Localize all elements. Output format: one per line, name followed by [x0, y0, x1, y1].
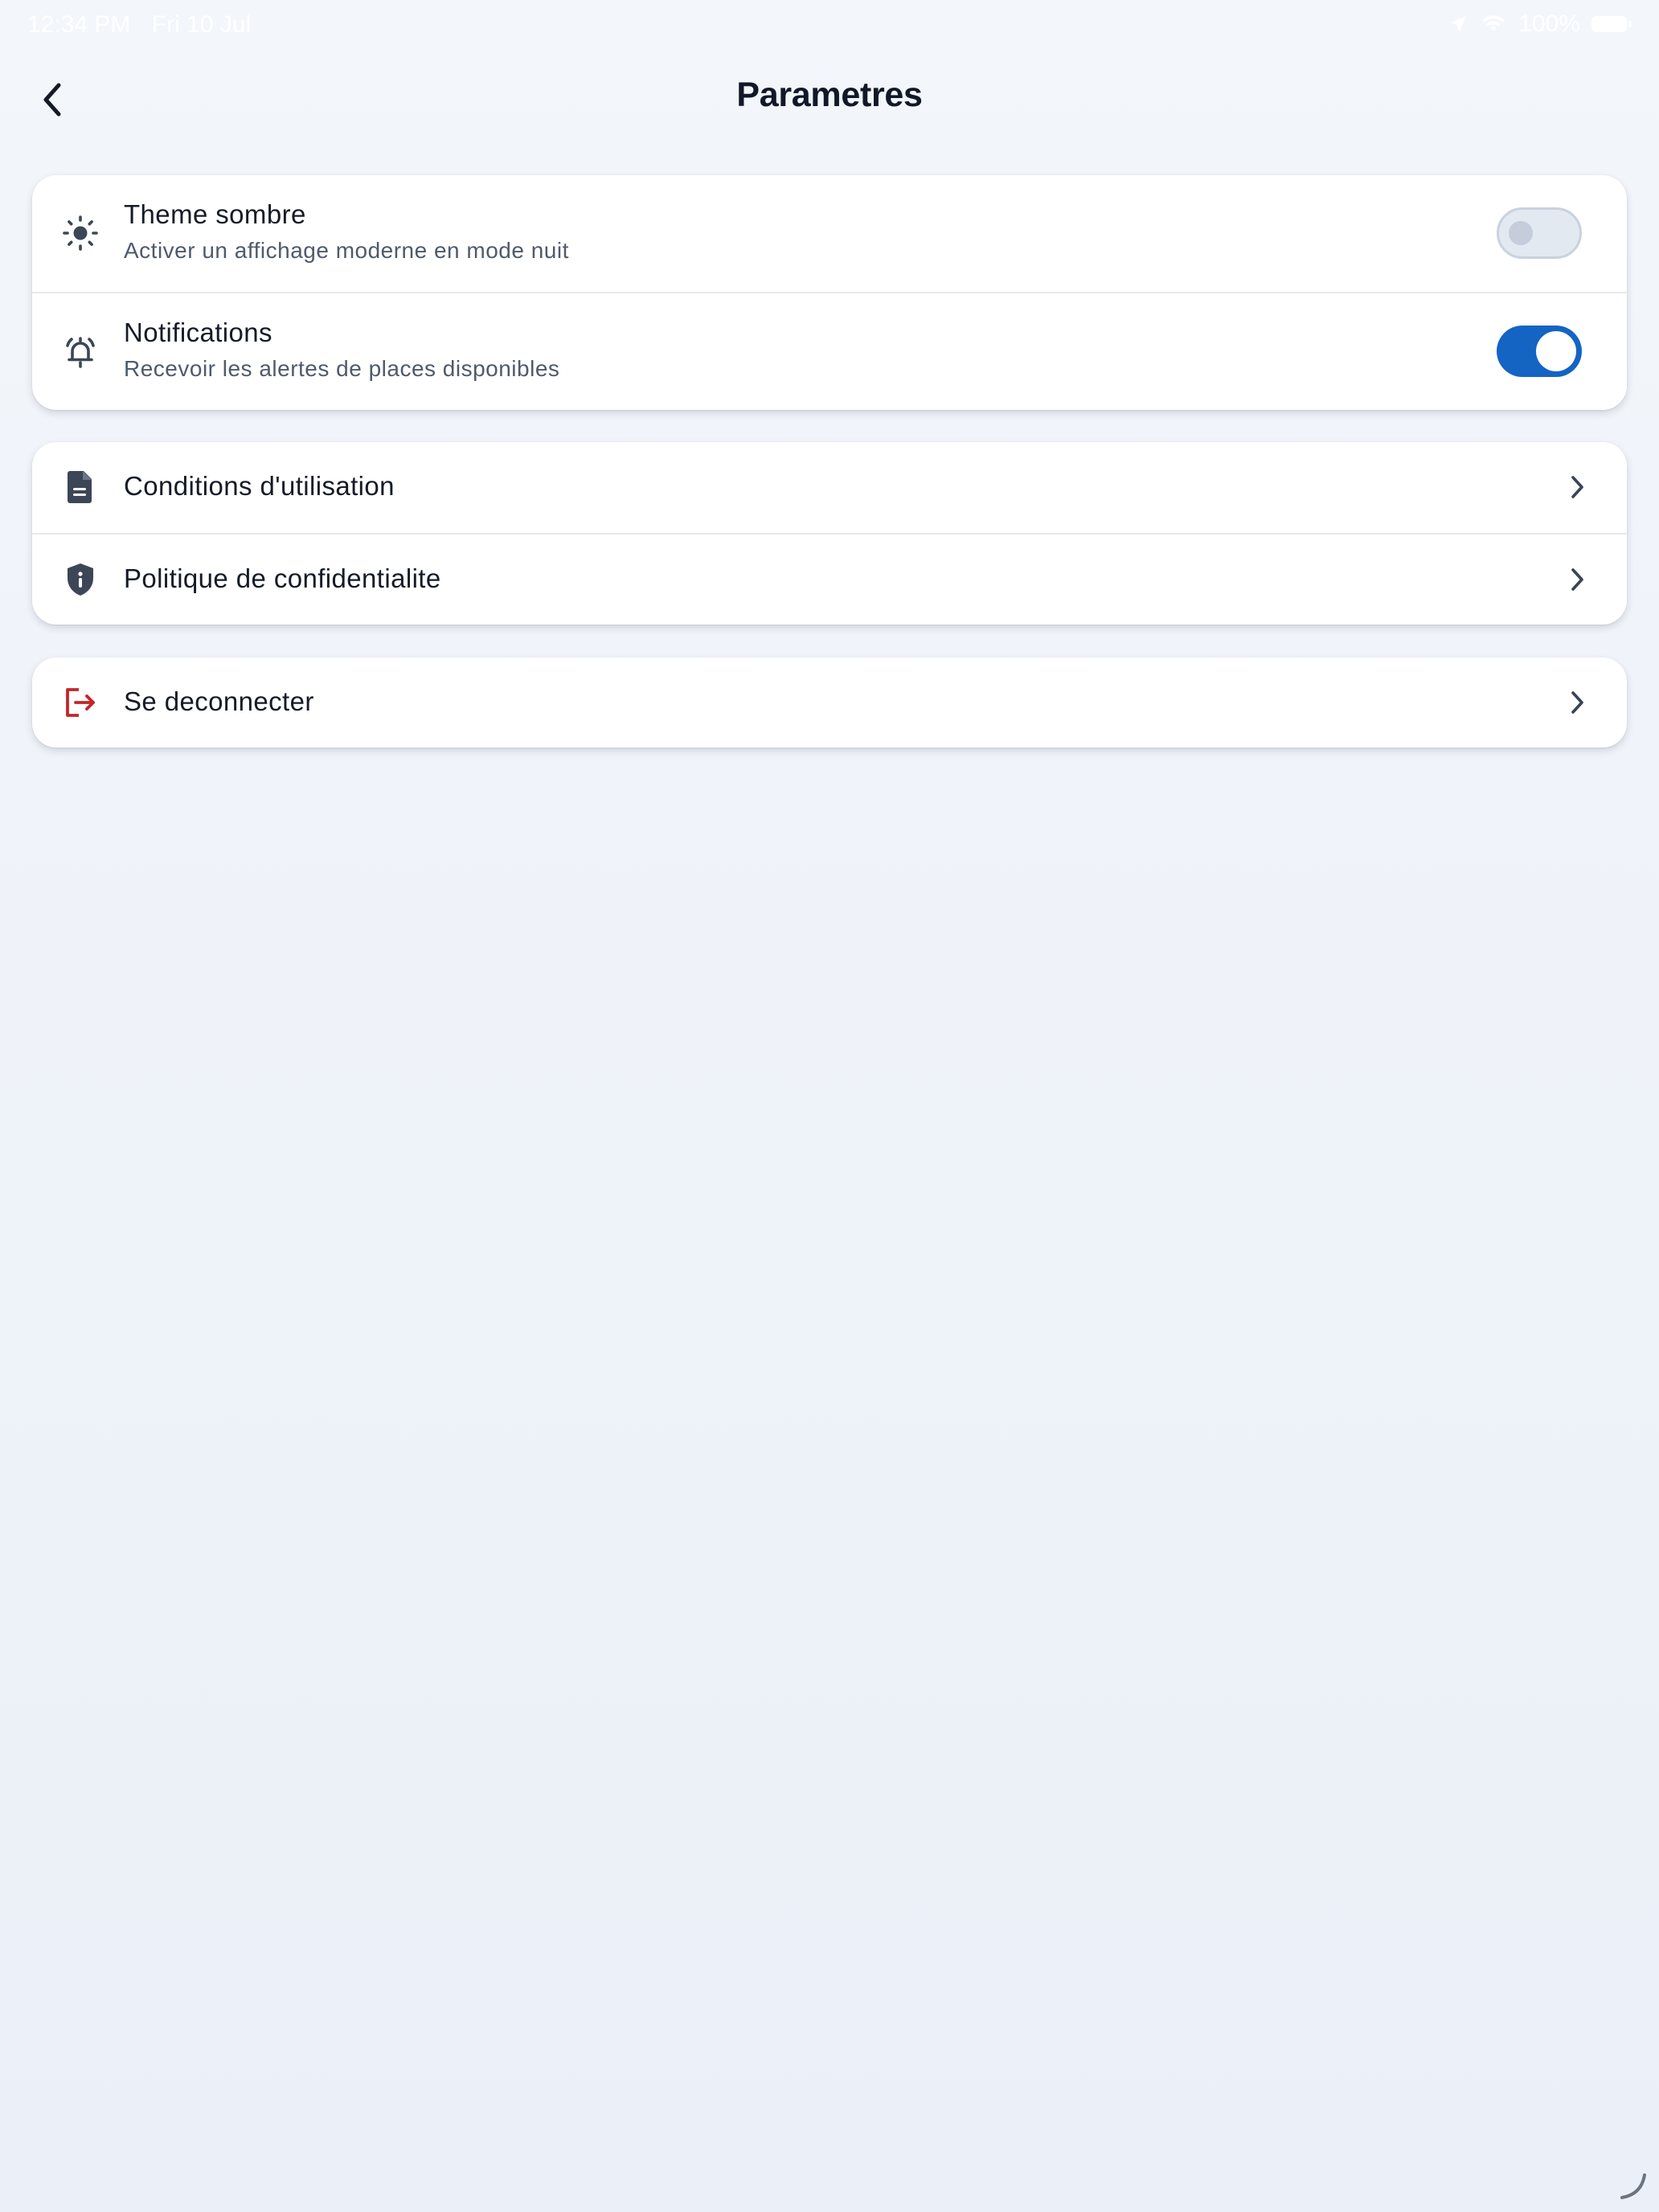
- toggle-knob: [1536, 331, 1576, 371]
- status-time-date: 12:34 PM Fri 10 Jul: [27, 11, 251, 39]
- toggle-knob: [1509, 221, 1533, 245]
- chevron-right-icon: [1561, 686, 1593, 719]
- chevron-right-icon: [1561, 471, 1593, 503]
- logout-label: Se deconnecter: [124, 686, 314, 716]
- setting-row-notifications[interactable]: Notifications Recevoir les alertes de pl…: [32, 293, 1627, 410]
- document-icon: [58, 465, 103, 510]
- status-bar: 12:34 PM Fri 10 Jul 100%: [0, 0, 1659, 51]
- logout-icon: [58, 680, 103, 725]
- menu-item-privacy[interactable]: Politique de confidentialite: [32, 535, 1627, 625]
- menu-item-label: Conditions d'utilisation: [124, 471, 395, 501]
- status-time: 12:34 PM: [27, 11, 131, 38]
- dark-theme-toggle[interactable]: [1497, 207, 1582, 259]
- page-title: Parametres: [736, 76, 923, 114]
- alarm-bell-icon: [58, 329, 103, 374]
- notifications-toggle[interactable]: [1497, 326, 1582, 377]
- setting-subtitle: Recevoir les alertes de places disponibl…: [124, 356, 560, 381]
- battery-icon: [1591, 16, 1632, 32]
- status-icons: 100%: [1448, 10, 1632, 39]
- setting-row-dark-theme[interactable]: Theme sombre Activer un affichage modern…: [32, 175, 1627, 292]
- location-arrow-icon: [1450, 16, 1467, 32]
- status-date: Fri 10 Jul: [151, 11, 252, 38]
- shield-info-icon: [58, 557, 103, 602]
- logout-button[interactable]: Se deconnecter: [32, 657, 1627, 748]
- sun-icon: [58, 211, 103, 256]
- menu-item-label: Politique de confidentialite: [124, 563, 441, 593]
- logout-card: Se deconnecter: [32, 657, 1627, 748]
- setting-subtitle: Activer un affichage moderne en mode nui…: [124, 238, 569, 263]
- setting-title: Notifications: [124, 317, 272, 347]
- settings-card: Theme sombre Activer un affichage modern…: [32, 175, 1627, 410]
- header: Parametres: [0, 59, 1659, 137]
- menu-item-terms[interactable]: Conditions d'utilisation: [32, 442, 1627, 533]
- legal-card: Conditions d'utilisation Politique de co…: [32, 442, 1627, 625]
- setting-title: Theme sombre: [124, 199, 306, 229]
- battery-percentage: 100%: [1518, 10, 1580, 37]
- corner-indicator-icon: [1620, 2173, 1646, 2199]
- wifi-icon: [1482, 15, 1505, 31]
- chevron-right-icon: [1561, 563, 1593, 596]
